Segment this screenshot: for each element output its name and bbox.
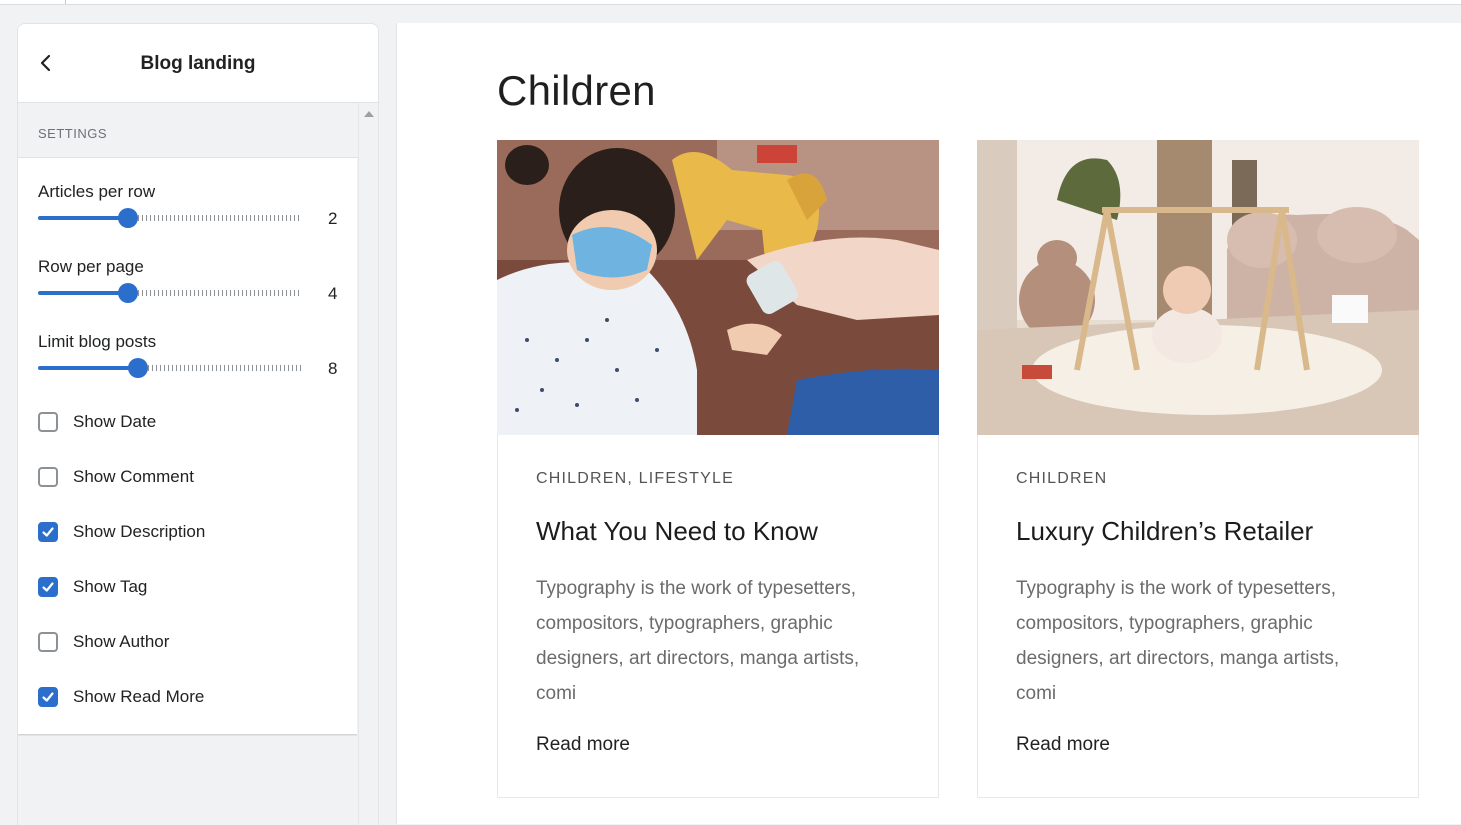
- scroll-up-arrow-icon[interactable]: [364, 111, 374, 117]
- checkbox-show-description[interactable]: Show Description: [38, 519, 205, 545]
- range-ticks: [134, 290, 302, 296]
- range-ticks: [134, 215, 302, 221]
- baby-playgym-photo: [977, 140, 1419, 435]
- checkbox-box[interactable]: [38, 467, 58, 487]
- checkbox-label: Show Tag: [73, 577, 148, 596]
- range-slider[interactable]: [38, 283, 302, 303]
- range-label: Limit blog posts: [38, 332, 157, 351]
- range-slider[interactable]: [38, 208, 302, 228]
- range-value: 8: [328, 359, 338, 378]
- blog-card-categories[interactable]: CHILDREN: [1016, 470, 1107, 488]
- scrollbar[interactable]: [358, 103, 378, 825]
- checkbox-show-author[interactable]: Show Author: [38, 629, 169, 655]
- checkbox-show-date[interactable]: Show Date: [38, 409, 156, 435]
- blog-card-image[interactable]: [497, 140, 939, 435]
- settings-section-label: SETTINGS: [38, 126, 108, 141]
- checkbox-show-tag[interactable]: Show Tag: [38, 574, 147, 600]
- range-fill: [38, 291, 128, 295]
- blog-card-categories[interactable]: CHILDREN, LIFESTYLE: [536, 470, 734, 488]
- range-thumb[interactable]: [118, 208, 138, 228]
- checkbox-show-comment[interactable]: Show Comment: [38, 464, 194, 490]
- read-more-link[interactable]: Read more: [536, 734, 630, 756]
- checkbox-label: Show Author: [73, 632, 170, 651]
- blog-card-image[interactable]: [977, 140, 1419, 435]
- range-fill: [38, 216, 128, 220]
- range-label: Articles per row: [38, 182, 156, 201]
- blog-card[interactable]: CHILDREN Luxury Children’s Retailer Typo…: [977, 140, 1419, 798]
- checkbox-label: Show Read More: [73, 687, 205, 706]
- blog-card-description: Typography is the work of typesetters, c…: [536, 578, 860, 704]
- checkbox-box[interactable]: [38, 522, 58, 542]
- checkbox-box[interactable]: [38, 687, 58, 707]
- child-sanitizer-photo: [497, 140, 939, 435]
- range-label: Row per page: [38, 257, 144, 276]
- page-title: Children: [497, 67, 656, 115]
- read-more-link[interactable]: Read more: [1016, 734, 1110, 756]
- checkmark-icon: [42, 582, 54, 592]
- blog-card-description: Typography is the work of typesetters, c…: [1016, 578, 1340, 704]
- settings-panel: Blog landing SETTINGS Articles per row 2…: [17, 23, 379, 825]
- checkbox-show-read-more[interactable]: Show Read More: [38, 684, 204, 710]
- range-value: 4: [328, 284, 338, 303]
- checkbox-label: Show Date: [73, 412, 157, 431]
- checkbox-box[interactable]: [38, 412, 58, 432]
- top-bar: [0, 0, 1461, 5]
- range-value: 2: [328, 209, 338, 228]
- checkbox-box[interactable]: [38, 632, 58, 652]
- checkbox-box[interactable]: [38, 577, 58, 597]
- settings-body: Articles per row 2 Row per page 4 Limit …: [18, 158, 357, 735]
- checkbox-label: Show Description: [73, 522, 206, 541]
- panel-title: Blog landing: [140, 53, 256, 74]
- checkbox-label: Show Comment: [73, 467, 194, 486]
- checkmark-icon: [42, 692, 54, 702]
- panel-header: Blog landing: [18, 24, 378, 103]
- checkmark-icon: [42, 527, 54, 537]
- range-thumb[interactable]: [118, 283, 138, 303]
- blog-card-title[interactable]: Luxury Children’s Retailer: [1016, 516, 1313, 547]
- range-slider[interactable]: [38, 358, 302, 378]
- blog-card-title[interactable]: What You Need to Know: [536, 516, 818, 547]
- blog-preview: Children CHILDREN, LIFESTYLE What You Ne…: [396, 23, 1461, 824]
- range-fill: [38, 366, 138, 370]
- range-ticks: [144, 365, 302, 371]
- blog-card[interactable]: CHILDREN, LIFESTYLE What You Need to Kno…: [497, 140, 939, 798]
- range-thumb[interactable]: [128, 358, 148, 378]
